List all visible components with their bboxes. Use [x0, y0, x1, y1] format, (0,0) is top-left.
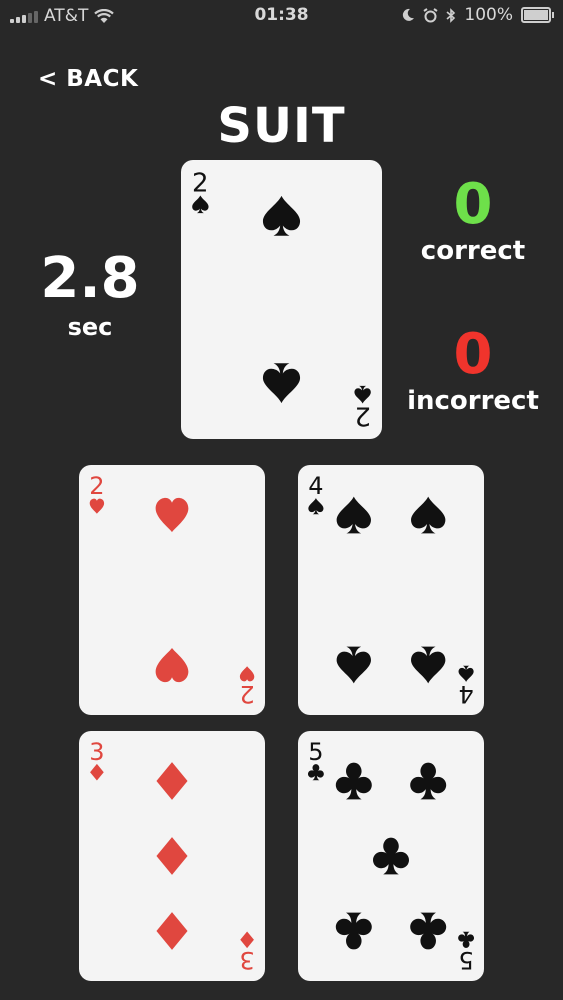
card-face: 44 [308, 472, 474, 708]
spade-index-icon [458, 665, 474, 682]
diamond-pip-icon [156, 912, 188, 950]
spade-pip-icon [262, 195, 301, 236]
card-rank-top: 2 [89, 472, 104, 500]
club-pip-icon [335, 762, 372, 800]
card-rank-top: 3 [89, 738, 104, 766]
option-card-four-of-spades[interactable]: 44 [298, 465, 484, 715]
diamond-pip-icon [156, 762, 188, 800]
card-rank-bottom: 4 [458, 680, 473, 708]
card-rank-bottom: 3 [239, 946, 254, 974]
card-face: 22 [192, 168, 371, 431]
moon-icon [403, 8, 415, 21]
heart-pip-icon [155, 497, 189, 533]
correct-label: correct [420, 236, 526, 266]
battery-icon [521, 7, 554, 23]
heart-index-icon [89, 498, 105, 514]
battery-percent: 100% [464, 5, 513, 25]
card-rank-top: 4 [308, 472, 323, 500]
spade-pip-icon [411, 496, 446, 534]
back-button[interactable]: < BACK [38, 66, 138, 92]
incorrect-label: incorrect [407, 386, 539, 416]
club-index-icon [458, 931, 475, 948]
status-bar: AT&T 01:38 100% [0, 0, 563, 32]
card-face: 33 [89, 738, 255, 974]
card-face: 55 [307, 738, 475, 974]
spade-pip-icon [262, 363, 301, 404]
page-title: SUIT [217, 98, 346, 154]
heart-index-icon [239, 666, 255, 682]
spade-pip-icon [336, 496, 371, 534]
card-rank-top: 5 [308, 738, 323, 766]
club-pip-icon [410, 912, 447, 950]
card-rank-bottom: 2 [354, 401, 371, 431]
option-card-five-of-clubs[interactable]: 55 [298, 731, 484, 981]
spade-index-icon [308, 498, 324, 515]
spade-pip-icon [411, 646, 446, 684]
club-pip-icon [372, 837, 410, 875]
correct-count: 0 [453, 172, 493, 237]
option-card-two-of-hearts[interactable]: 22 [79, 465, 265, 715]
diamond-pip-icon [156, 837, 188, 875]
heart-pip-icon [155, 647, 189, 683]
club-index-icon [307, 764, 324, 781]
card-rank-bottom: 5 [458, 946, 473, 974]
option-card-three-of-diamonds[interactable]: 33 [79, 731, 265, 981]
alarm-icon [423, 7, 438, 22]
status-right: 100% [401, 5, 554, 25]
bluetooth-icon [446, 7, 456, 23]
diamond-index-icon [240, 931, 254, 949]
card-rank-bottom: 2 [239, 680, 254, 708]
timer-unit: sec [67, 313, 113, 341]
spade-pip-icon [336, 646, 371, 684]
card-face: 22 [89, 472, 255, 708]
timer-value: 2.8 [40, 246, 140, 311]
club-pip-icon [335, 912, 372, 950]
card-rank-top: 2 [192, 168, 209, 198]
club-pip-icon [410, 762, 447, 800]
incorrect-count: 0 [453, 322, 493, 387]
diamond-index-icon [90, 763, 104, 781]
target-card: 22 [181, 160, 382, 439]
